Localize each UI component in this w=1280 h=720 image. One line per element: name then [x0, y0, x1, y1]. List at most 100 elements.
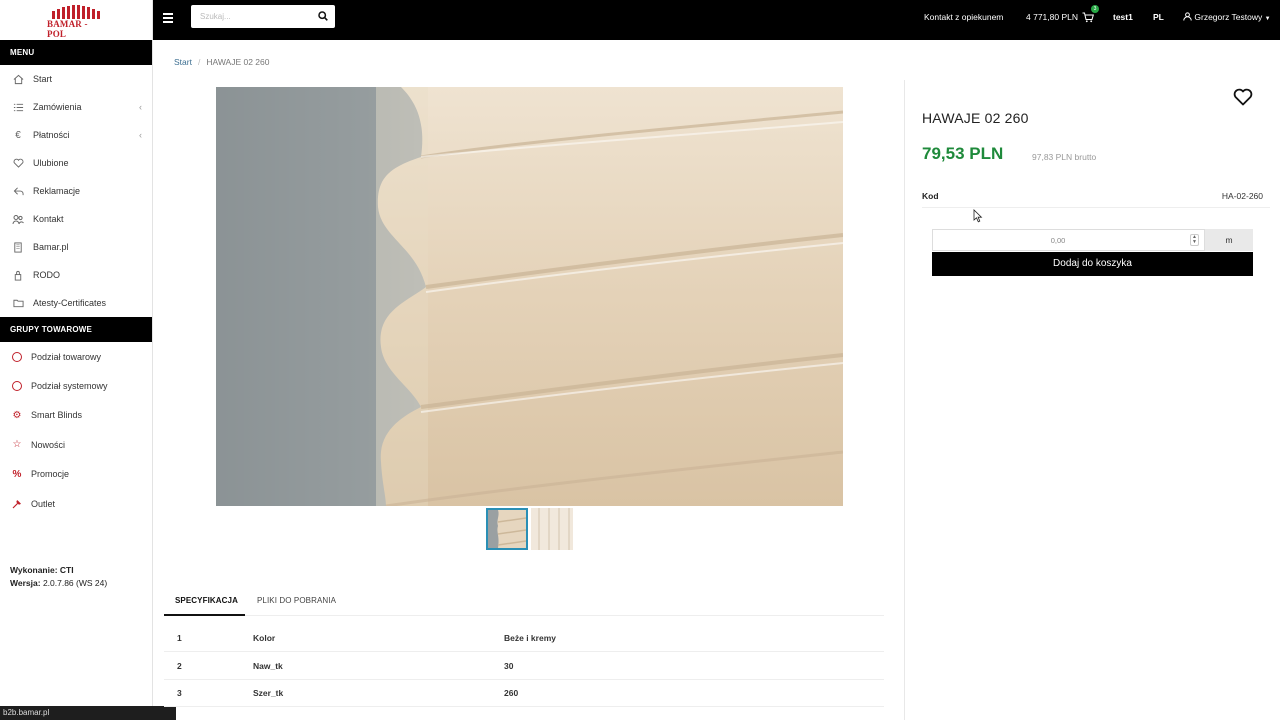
sidebar-group-label: Promocje [31, 469, 70, 480]
product-main-image[interactable] [216, 87, 843, 506]
heart-icon [12, 157, 24, 169]
sidebar-item-zamowienia[interactable]: Zamówienia ‹ [0, 93, 152, 121]
menu-header: MENU [0, 40, 152, 65]
logo-area[interactable]: BAMAR - POL [0, 0, 152, 40]
topbar: Kontakt z opiekunem 4 771,80 PLN 3 test1… [153, 0, 1280, 40]
users-icon [12, 213, 24, 225]
sidebar-group-label: Podział systemowy [31, 381, 108, 392]
building-icon [12, 241, 24, 253]
cart-count-badge: 3 [1091, 5, 1099, 13]
product-title: HAWAJE 02 260 [922, 110, 1029, 126]
code-label: Kod [922, 191, 939, 201]
breadcrumb-current: HAWAJE 02 260 [206, 57, 270, 67]
product-thumbnail-2[interactable] [531, 508, 573, 550]
spec-number: 1 [177, 633, 182, 643]
panel-divider [904, 80, 905, 720]
breadcrumb: Start / HAWAJE 02 260 [174, 57, 270, 67]
search-input[interactable] [191, 5, 309, 28]
hamburger-menu-icon[interactable] [163, 13, 173, 23]
sidebar-item-ulubione[interactable]: Ulubione [0, 149, 152, 177]
sidebar-item-label: RODO [33, 270, 60, 280]
spec-name: Szer_tk [253, 688, 284, 698]
sidebar-item-reklamacje[interactable]: Reklamacje [0, 177, 152, 205]
home-icon [12, 73, 24, 85]
sidebar-item-label: Start [33, 74, 53, 84]
status-bar-url: b2b.bamar.pl [0, 706, 176, 720]
quantity-input[interactable] [933, 230, 1183, 251]
sidebar-group-podzial-towarowy[interactable]: Podział towarowy [0, 342, 152, 371]
reply-icon [12, 185, 24, 197]
spec-number: 2 [177, 661, 182, 671]
version-info: Wykonanie: CTI Wersja: 2.0.7.86 (WS 24) [10, 565, 108, 588]
breadcrumb-home[interactable]: Start [174, 57, 192, 67]
search-icon[interactable] [318, 11, 328, 21]
tab-specyfikacja[interactable]: SPECYFIKACJA [164, 590, 245, 616]
spec-name: Kolor [253, 633, 276, 643]
lock-icon [12, 269, 24, 281]
list-icon [12, 101, 24, 113]
percent-icon: % [12, 468, 22, 480]
quantity-stepper: ▲▼ [932, 229, 1205, 251]
favorite-heart-icon[interactable] [1233, 88, 1253, 106]
sidebar-item-label: Płatności [33, 130, 70, 140]
cart-icon[interactable] [1082, 12, 1094, 23]
sidebar-item-label: Bamar.pl [33, 242, 69, 252]
cart-amount[interactable]: 4 771,80 PLN [1026, 12, 1078, 22]
caret-down-icon: ▼ [1264, 16, 1271, 22]
product-thumbnail-1[interactable] [486, 508, 528, 550]
language-selector[interactable]: PL [1153, 12, 1164, 22]
sidebar-item-label: Reklamacje [33, 186, 81, 196]
contact-advisor-link[interactable]: Kontakt z opiekunem [924, 12, 1003, 22]
add-to-cart-button[interactable]: Dodaj do koszyka [932, 252, 1253, 276]
spec-value: 30 [504, 661, 514, 671]
sidebar-item-label: Atesty-Certificates [33, 298, 107, 308]
sidebar-group-podzial-systemowy[interactable]: Podział systemowy [0, 371, 152, 400]
spec-name: Naw_tk [253, 661, 283, 671]
search-box [191, 5, 335, 28]
sidebar-item-start[interactable]: Start [0, 65, 152, 93]
sidebar-item-rodo[interactable]: RODO [0, 261, 152, 289]
bamar-pol-logo[interactable]: BAMAR - POL [47, 5, 105, 39]
user-menu[interactable]: Grzegorz Testowy ▼ [1183, 12, 1271, 22]
sidebar-group-label: Smart Blinds [31, 410, 83, 421]
sidebar-item-platnosci[interactable]: € Płatności ‹ [0, 121, 152, 149]
product-code-row: Kod HA-02-260 [922, 186, 1270, 208]
groups-header: GRUPY TOWAROWE [0, 317, 152, 342]
sidebar-group-promocje[interactable]: % Promocje [0, 460, 152, 489]
sidebar: BAMAR - POL MENU Start Zamówienia ‹ € Pł… [0, 0, 153, 720]
sidebar-item-label: Zamówienia [33, 102, 82, 112]
sidebar-item-kontakt[interactable]: Kontakt [0, 205, 152, 233]
sidebar-group-nowosci[interactable]: ☆ Nowości [0, 430, 152, 459]
spec-number: 3 [177, 688, 182, 698]
cog-icon: ⚙ [12, 409, 22, 421]
spec-value: 260 [504, 688, 519, 698]
unit-label: m [1205, 229, 1253, 251]
table-row: 1 Kolor Beże i kremy [164, 624, 884, 652]
folder-icon [12, 297, 24, 309]
product-tabs: SPECYFIKACJA PLIKI DO POBRANIA [164, 590, 884, 616]
user-icon [1183, 12, 1192, 21]
table-row: 2 Naw_tk 30 [164, 652, 884, 680]
sidebar-item-bamar-pl[interactable]: Bamar.pl [0, 233, 152, 261]
sidebar-group-smart-blinds[interactable]: ⚙ Smart Blinds [0, 401, 152, 430]
company-selector[interactable]: test1 [1113, 12, 1133, 22]
chevron-left-icon: ‹ [139, 130, 142, 140]
table-row: 3 Szer_tk 260 [164, 679, 884, 707]
sidebar-group-label: Outlet [31, 498, 56, 509]
mouse-cursor-icon [973, 209, 983, 223]
circle-icon [11, 351, 23, 363]
tab-pliki-do-pobrania[interactable]: PLIKI DO POBRANIA [257, 590, 336, 616]
made-by: CTI [59, 565, 74, 575]
sidebar-item-atesty[interactable]: Atesty-Certificates [0, 289, 152, 317]
version-value: 2.0.7.86 (WS 24) [42, 578, 108, 588]
logo-text: BAMAR - POL [47, 19, 88, 39]
star-icon: ☆ [12, 439, 22, 451]
code-value: HA-02-260 [1221, 191, 1263, 201]
circle-icon [11, 380, 23, 392]
price-gross: 97,83 PLN brutto [1032, 152, 1097, 162]
spin-buttons-icon[interactable]: ▲ ▼ [1190, 234, 1199, 246]
euro-icon: € [15, 129, 21, 141]
sidebar-group-outlet[interactable]: Outlet [0, 489, 152, 518]
sidebar-group-label: Nowości [31, 439, 66, 450]
sidebar-item-label: Kontakt [33, 214, 64, 224]
